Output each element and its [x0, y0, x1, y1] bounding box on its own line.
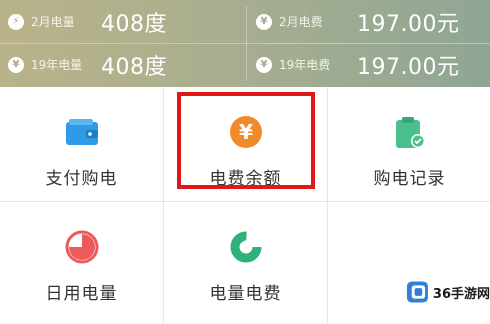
watermark: 36手游网	[404, 278, 490, 306]
stat-value: 408度	[101, 54, 167, 80]
watermark-text: 36手游网	[432, 286, 490, 302]
stat-value: 408度	[101, 11, 167, 37]
stat-year-usage: ¥ 19年电量 408度	[8, 43, 167, 86]
stats-row-2: ¥ 19年电量 408度 ¥ 19年电费 197.00元	[0, 43, 490, 86]
wallet-icon	[64, 114, 100, 150]
tile-daily-usage[interactable]: 日用电量	[0, 202, 163, 316]
stat-label: 19年电费	[279, 58, 331, 72]
tile-purchase-records[interactable]: 购电记录	[328, 87, 490, 201]
tile-label: 电量电费	[209, 284, 282, 304]
tile-electricity-balance[interactable]: ¥ 电费余额	[164, 87, 327, 201]
stats-header: ⚡ 2月电量 408度 ¥ 2月电费 197.00元 ¥ 19年电量 408度 …	[0, 0, 490, 87]
tile-label: 电费余额	[209, 169, 282, 189]
stats-row-1: ⚡ 2月电量 408度 ¥ 2月电费 197.00元	[0, 0, 490, 43]
stat-month-usage: ⚡ 2月电量 408度	[8, 0, 167, 43]
money-bag-icon: ¥	[256, 56, 272, 73]
stat-value: 197.00元	[357, 11, 460, 37]
tile-usage-and-fee[interactable]: 电量电费	[164, 202, 327, 316]
tile-label: 购电记录	[373, 169, 446, 189]
tile-label: 日用电量	[45, 284, 118, 304]
tile-pay-electricity[interactable]: 支付购电	[0, 87, 163, 201]
stat-label: 2月电量	[31, 15, 75, 29]
lightning-icon: ⚡	[8, 13, 24, 30]
stat-month-fee: ¥ 2月电费 197.00元	[256, 0, 459, 43]
stat-label: 19年电量	[31, 58, 83, 72]
yen-icon: ¥	[8, 56, 24, 73]
clipboard-check-icon	[392, 114, 428, 150]
stat-label: 2月电费	[279, 15, 323, 29]
tile-label: 支付购电	[45, 169, 118, 189]
svg-text:¥: ¥	[239, 120, 253, 144]
donut-chart-icon	[228, 229, 264, 265]
pie-chart-icon	[64, 229, 100, 265]
stat-value: 197.00元	[357, 54, 460, 80]
stat-year-fee: ¥ 19年电费 197.00元	[256, 43, 459, 86]
yen-icon: ¥	[256, 13, 272, 30]
yen-coin-icon: ¥	[228, 114, 264, 150]
watermark-logo-icon	[406, 281, 428, 303]
